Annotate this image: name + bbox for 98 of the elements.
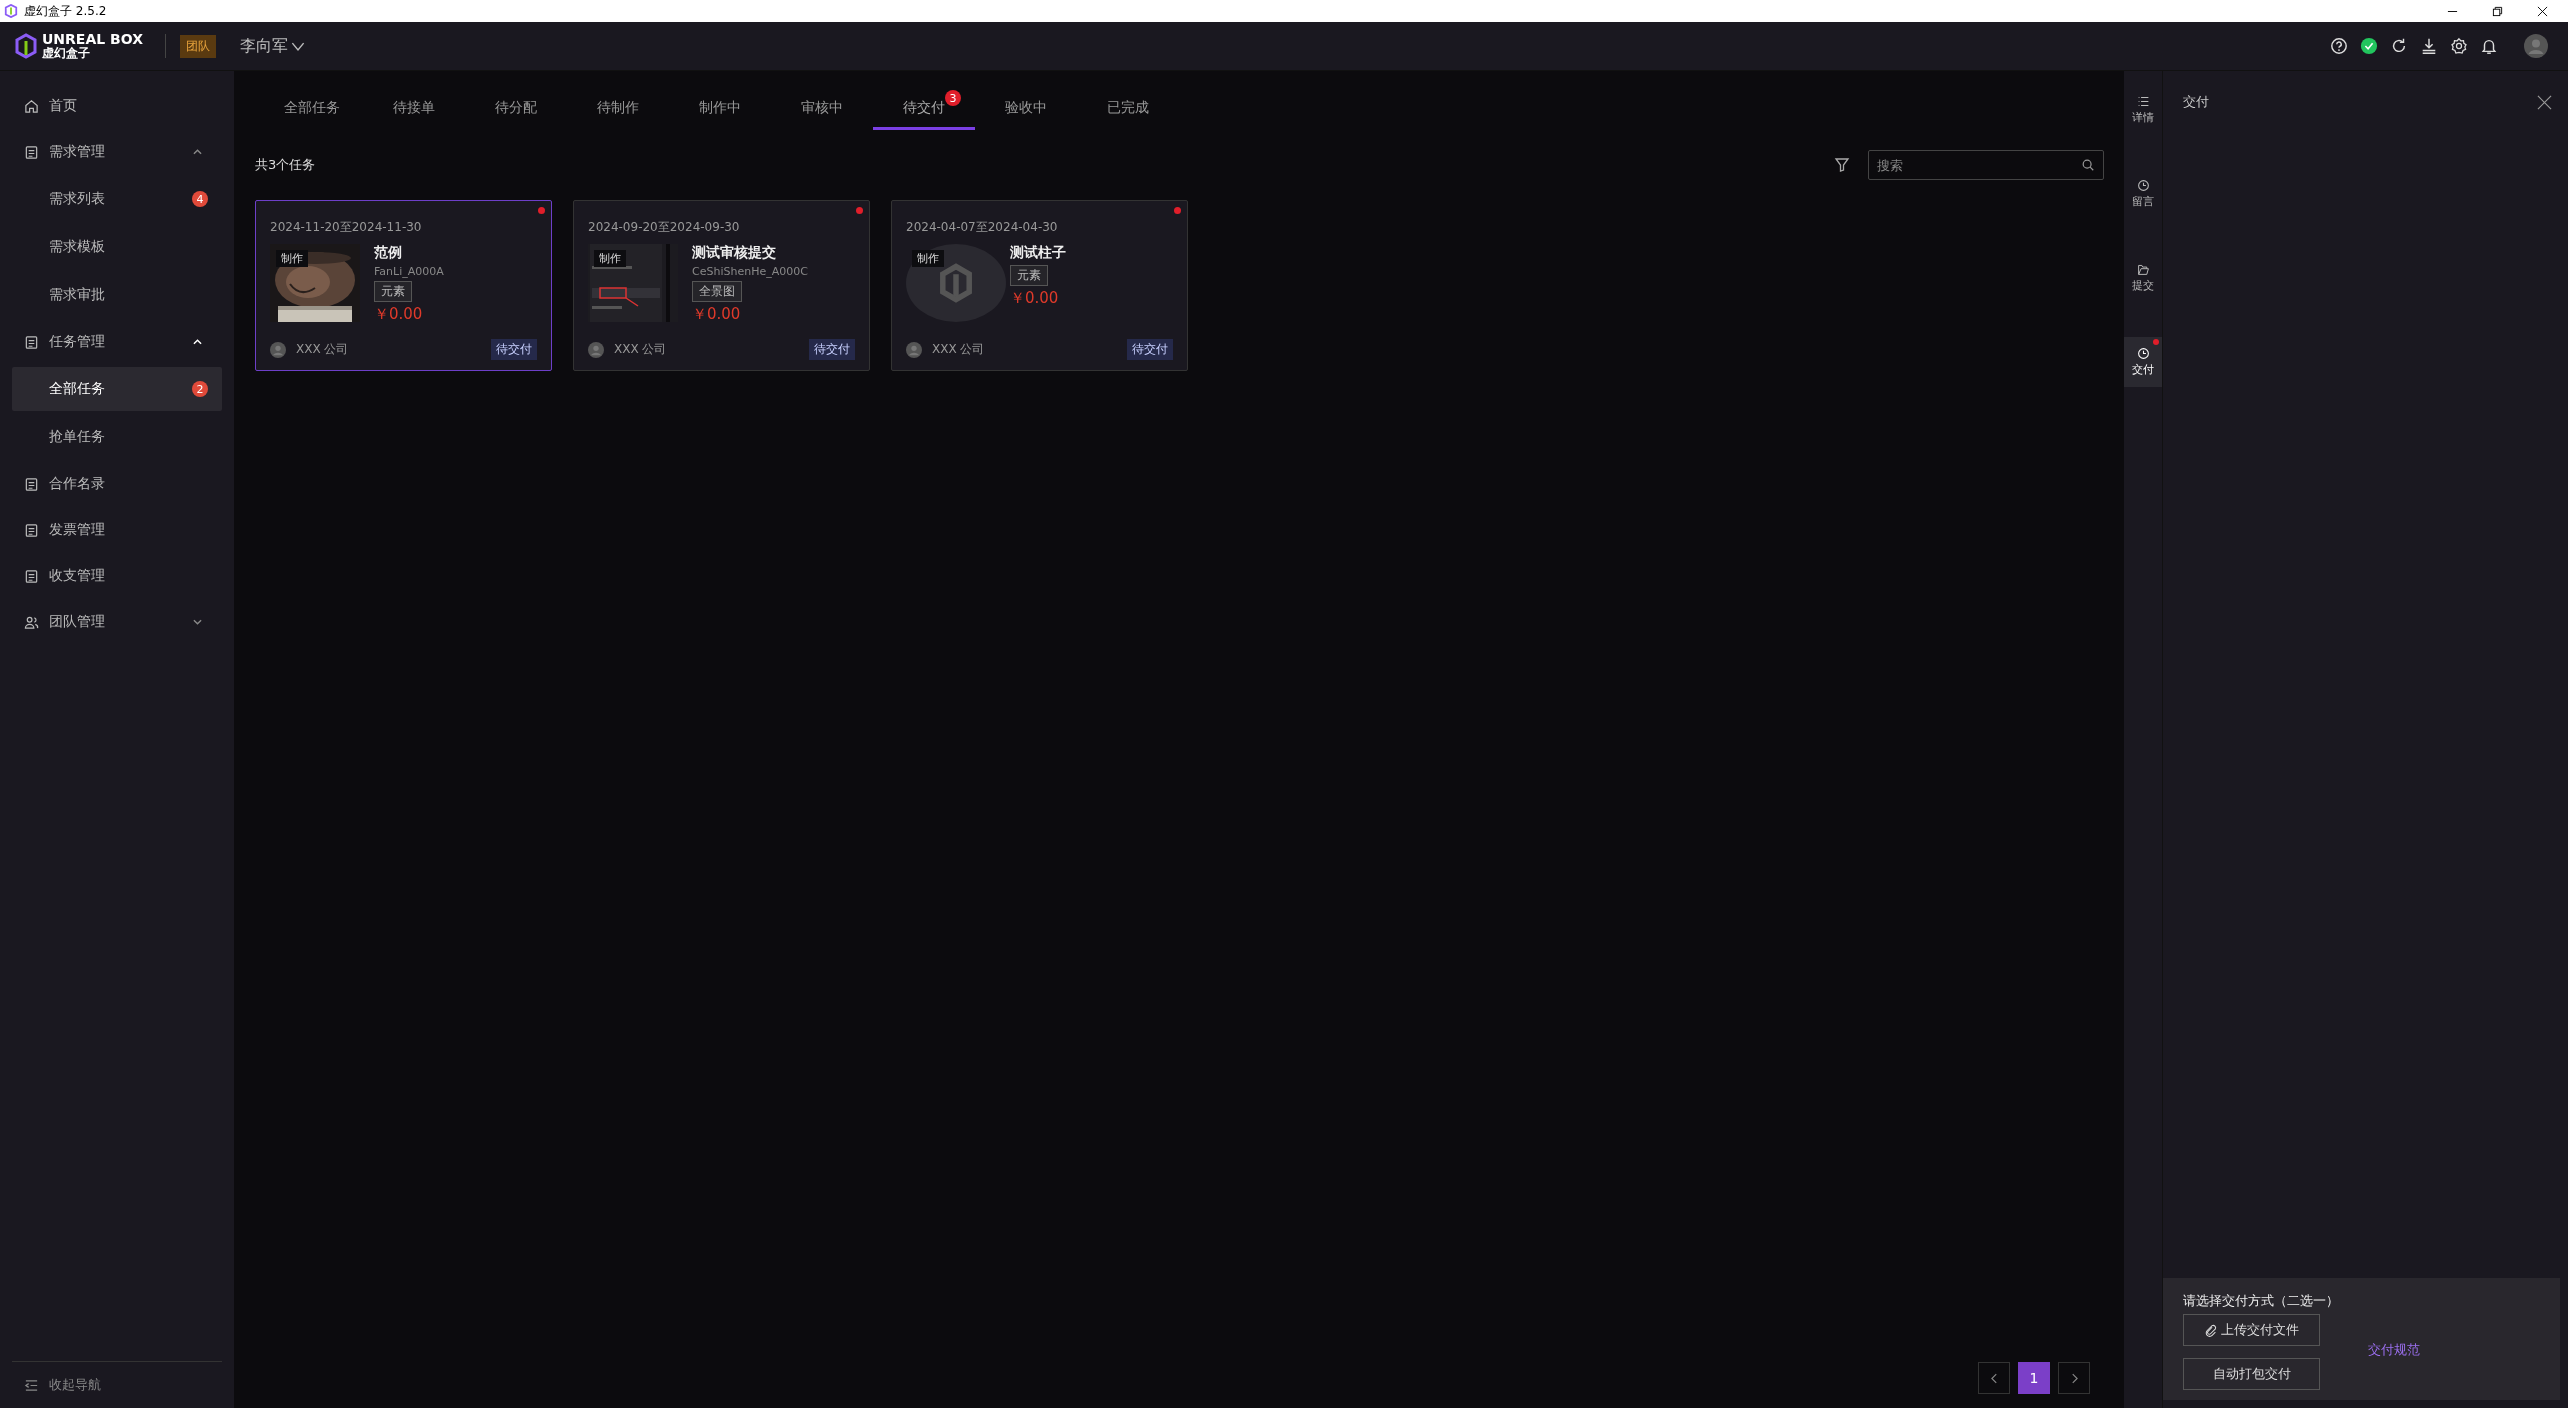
status-tab[interactable]: 待制作 [567,89,669,130]
window-title: 虚幻盒子 2.5.2 [24,2,107,20]
panel-tab[interactable]: 详情 [2124,85,2162,135]
upload-button[interactable]: 上传交付文件 [2183,1314,2320,1346]
status-tab[interactable]: 已完成 [1077,89,1179,130]
logo-icon [14,33,38,59]
task-card[interactable]: 2024-04-07至2024-04-30 制作 测试柱子 元素 ￥0.00 XXX 公司 待交付 [891,200,1188,371]
clock-icon [2136,347,2150,360]
count-badge: 2 [192,381,208,397]
category-tag: 全景图 [692,281,742,302]
task-price: ￥0.00 [1010,289,1059,308]
status-badge: 待交付 [1127,339,1173,360]
logo-subtitle: 虚幻盒子 [42,47,91,60]
company-name: XXX 公司 [614,341,667,358]
stage-tag: 制作 [912,250,944,267]
status-badge: 待交付 [809,339,855,360]
panel-title: 交付 [2183,93,2209,111]
status-tab[interactable]: 验收中 [975,89,1077,130]
sidebar-item[interactable]: 团队管理 [12,601,222,643]
task-code: CeShiShenHe_A000C [692,265,808,278]
avatar-icon[interactable] [2524,34,2548,58]
help-icon[interactable] [2330,37,2348,55]
sidebar-item[interactable]: 收支管理 [12,555,222,597]
sidebar-subitem[interactable]: 抢单任务 [12,415,222,459]
delivery-spec-link[interactable]: 交付规范 [2368,1341,2420,1359]
user-dropdown[interactable]: 李向军 [239,35,305,57]
bell-icon[interactable] [2480,37,2498,55]
task-card[interactable]: 2024-09-20至2024-09-30 制作 测试审核提交 CeShiShenHe_A000C 全景图 ￥0.00 XXX 公司 待交付 [573,200,870,371]
status-tab[interactable]: 待交付 3 [873,89,975,130]
task-title: 范例 [374,244,402,262]
panel-tab[interactable]: 留言 [2124,169,2162,219]
check-status-icon[interactable] [2360,37,2378,55]
count-badge: 3 [945,90,961,106]
delivery-prompt: 请选择交付方式（二选一） [2183,1292,2340,1310]
company-name: XXX 公司 [296,341,349,358]
close-icon[interactable] [2537,5,2548,17]
chevron-icon [193,619,202,625]
chevron-icon [193,149,202,155]
date-range: 2024-11-20至2024-11-30 [270,219,423,236]
date-range: 2024-09-20至2024-09-30 [588,219,741,236]
sidebar-item[interactable]: 合作名录 [12,463,222,505]
home-icon [24,98,39,114]
clock-icon [2136,179,2150,192]
task-price: ￥0.00 [374,305,423,324]
count-badge: 4 [192,191,208,207]
status-tab[interactable]: 待接单 [363,89,465,130]
status-tab[interactable]: 制作中 [669,89,771,130]
chevron-right-icon [2070,1372,2078,1384]
search-icon [2081,158,2095,172]
chevron-icon [290,41,305,51]
category-tag: 元素 [1010,265,1048,286]
sidebar-item[interactable]: 首页 [12,85,222,127]
app-logo-icon [4,4,18,18]
panel-tab[interactable]: 交付 [2124,337,2162,387]
team-tag: 团队 [179,34,216,58]
collapse-icon [24,1377,39,1393]
task-card[interactable]: 2024-11-20至2024-11-30 制作 范例 FanLi_A000A 元素 ￥0.00 XXX 公司 待交付 [255,200,552,371]
sidebar-subitem[interactable]: 需求审批 [12,273,222,317]
avatar-icon [270,341,286,358]
chevron-icon [193,339,202,345]
stage-tag: 制作 [594,250,626,267]
search-field[interactable]: 搜索 [1868,150,2104,180]
sidebar-subitem[interactable]: 全部任务 2 [12,367,222,411]
page-button[interactable]: 1 [2018,1362,2050,1394]
refresh-icon[interactable] [2390,37,2408,55]
status-badge: 待交付 [491,339,537,360]
status-tab[interactable]: 全部任务 [261,89,363,130]
sidebar-item[interactable]: 发票管理 [12,509,222,551]
sidebar-subitem[interactable]: 需求列表 4 [12,177,222,221]
collapse-nav-button[interactable]: 收起导航 [12,1361,222,1408]
download-icon[interactable] [2420,37,2438,55]
company-name: XXX 公司 [932,341,985,358]
task-title: 测试审核提交 [692,244,776,262]
chevron-left-icon [1990,1372,1998,1384]
task-code: FanLi_A000A [374,265,444,278]
folder-icon [2136,263,2150,276]
date-range: 2024-04-07至2024-04-30 [906,219,1059,236]
avatar-icon [588,341,604,358]
people-icon [24,614,39,630]
sidebar-subitem[interactable]: 需求模板 [12,225,222,269]
logo-text: UNREAL BOX [42,32,143,48]
sidebar-item[interactable]: 任务管理 [12,321,222,363]
close-icon[interactable] [2537,94,2552,110]
avatar-icon [906,341,922,358]
stage-tag: 制作 [276,250,308,267]
sidebar-item[interactable]: 需求管理 [12,131,222,173]
status-tab[interactable]: 待分配 [465,89,567,130]
restore-icon[interactable] [2492,5,2503,17]
task-count: 共3个任务 [254,156,316,174]
task-title: 测试柱子 [1010,244,1066,262]
filter-icon[interactable] [1834,157,1850,173]
paperclip-icon [2204,1323,2217,1337]
task-price: ￥0.00 [692,305,741,324]
category-tag: 元素 [374,281,412,302]
settings-icon[interactable] [2450,37,2468,55]
status-tab[interactable]: 审核中 [771,89,873,130]
panel-tab[interactable]: 提交 [2124,253,2162,303]
auto-package-button[interactable]: 自动打包交付 [2183,1358,2320,1390]
